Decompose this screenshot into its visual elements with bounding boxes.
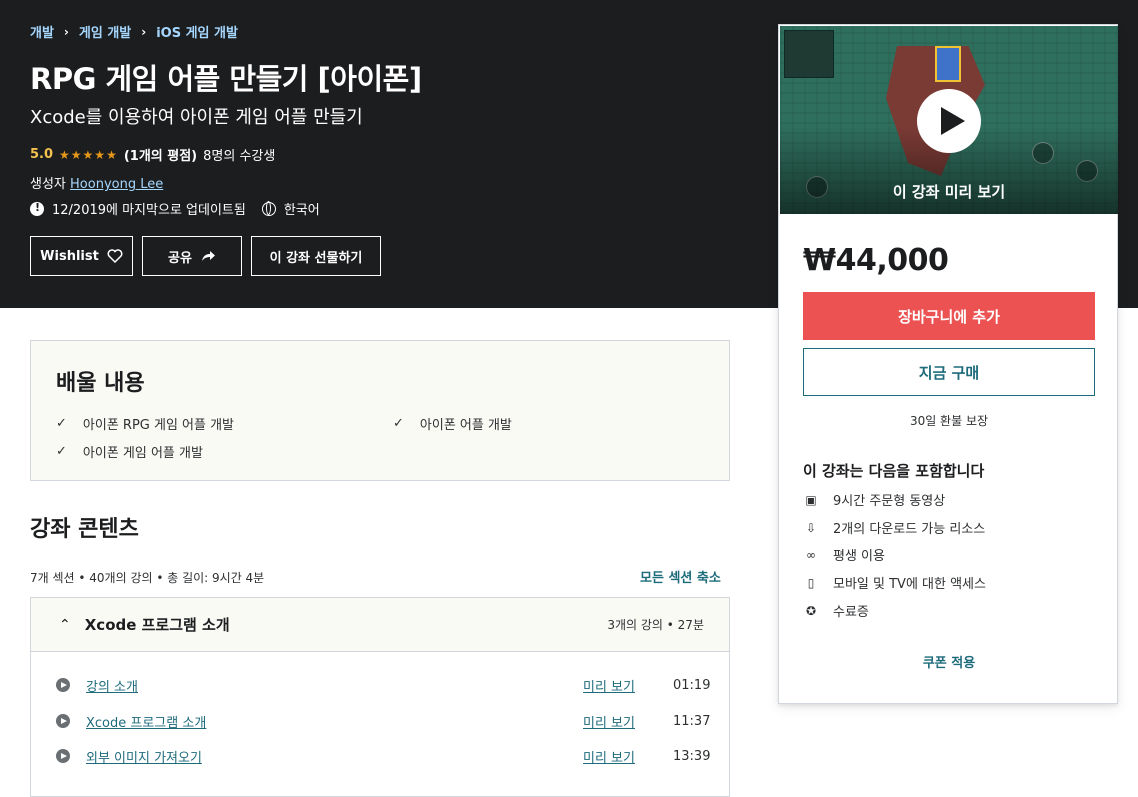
course-preview-video[interactable]: 이 강좌 미리 보기: [780, 26, 1118, 214]
course-actions: Wishlist 공유 이 강좌 선물하기: [30, 236, 381, 276]
infinity-icon: ∞: [806, 547, 816, 562]
course-subtitle: Xcode를 이용하여 아이폰 게임 어플 만들기: [30, 107, 363, 128]
chevron-up-icon: ⌃: [59, 616, 71, 633]
lecture-preview-link[interactable]: 미리 보기: [583, 676, 673, 695]
game-minimap: [784, 30, 834, 78]
what-you-learn-box: 배울 내용 ✓ 아이폰 RPG 게임 어플 개발 ✓ 아이폰 어플 개발 ✓ 아…: [30, 340, 730, 481]
play-button-icon[interactable]: [917, 89, 981, 153]
buy-now-button[interactable]: 지금 구매: [803, 348, 1095, 396]
lecture-preview-link[interactable]: 미리 보기: [583, 747, 673, 766]
breadcrumb-item-ios-game[interactable]: iOS 게임 개발: [156, 22, 238, 41]
section-meta: 3개의 강의 • 27분: [607, 618, 704, 632]
creator-row: 생성자 Hoonyong Lee: [30, 173, 163, 192]
course-language: 한국어: [261, 199, 320, 218]
breadcrumb: 개발 › 게임 개발 › iOS 게임 개발: [30, 22, 238, 42]
apply-coupon-button[interactable]: 쿠폰 적용: [779, 652, 1119, 671]
curriculum-section: ⌃ Xcode 프로그램 소개 3개의 강의 • 27분 강의 소개 미리 보기…: [30, 597, 730, 797]
purchase-sidebar: 이 강좌 미리 보기 ₩44,000 장바구니에 추가 지금 구매 30일 환불…: [778, 24, 1118, 704]
rating-score: 5.0: [30, 147, 54, 162]
what-you-learn-title: 배울 내용: [56, 371, 145, 396]
breadcrumb-item-development[interactable]: 개발: [30, 22, 54, 41]
course-meta: 12/2019에 마지막으로 업데이트됨 한국어: [30, 199, 320, 218]
rating-count[interactable]: (1개의 평점): [124, 145, 197, 164]
course-content-title: 강좌 콘텐츠: [30, 517, 139, 542]
lecture-duration: 11:37: [673, 713, 711, 729]
course-title: RPG 게임 어플 만들기 [아이폰]: [30, 62, 422, 96]
share-label: 공유: [168, 250, 192, 266]
wishlist-label: Wishlist: [40, 248, 99, 264]
lecture-row: 강의 소개 미리 보기 01:19: [56, 675, 711, 695]
lecture-row: Xcode 프로그램 소개 미리 보기 11:37: [56, 711, 711, 731]
course-price: ₩44,000: [803, 243, 949, 278]
alert-icon: [30, 201, 44, 216]
rating-row: 5.0 ★★★★★ (1개의 평점) 8명의 수강생: [30, 145, 275, 164]
globe-icon: [261, 201, 276, 216]
gift-course-button[interactable]: 이 강좌 선물하기: [251, 236, 381, 276]
learn-item: ✓ 아이폰 게임 어플 개발: [56, 442, 203, 461]
play-circle-icon: [56, 749, 70, 763]
lecture-duration: 01:19: [673, 677, 711, 693]
certificate-icon: ✪: [805, 603, 817, 618]
includes-title: 이 강좌는 다음을 포함합니다: [803, 462, 985, 480]
lecture-title[interactable]: Xcode 프로그램 소개: [86, 712, 583, 731]
learn-item: ✓ 아이폰 어플 개발: [393, 414, 512, 433]
student-count: 8명의 수강생: [203, 149, 276, 164]
chevron-right-icon: ›: [63, 24, 69, 39]
includes-item-text: 2개의 다운로드 가능 리소스: [833, 522, 986, 537]
last-updated-text: 12/2019에 마지막으로 업데이트됨: [52, 203, 246, 218]
learn-item-text: 아이폰 게임 어플 개발: [82, 446, 203, 461]
breadcrumb-item-game-development[interactable]: 게임 개발: [79, 22, 131, 41]
includes-item-text: 9시간 주문형 동영상: [833, 494, 946, 509]
includes-item: ∞ 평생 이용: [803, 545, 885, 565]
includes-item-text: 평생 이용: [833, 549, 885, 564]
includes-item: ▯ 모바일 및 TV에 대한 액세스: [803, 573, 986, 593]
section-header[interactable]: ⌃ Xcode 프로그램 소개 3개의 강의 • 27분: [31, 598, 729, 652]
share-arrow-icon: [201, 251, 215, 261]
includes-item-text: 모바일 및 TV에 대한 액세스: [833, 577, 986, 592]
lecture-title[interactable]: 외부 이미지 가져오기: [86, 747, 583, 766]
money-back-guarantee: 30일 환불 보장: [909, 414, 989, 428]
heart-icon: [107, 249, 123, 263]
check-icon: ✓: [56, 444, 67, 459]
share-button[interactable]: 공유: [142, 236, 242, 276]
chevron-right-icon: ›: [141, 24, 147, 39]
check-icon: ✓: [393, 416, 404, 431]
game-character: [935, 46, 961, 82]
preview-label: 이 강좌 미리 보기: [892, 183, 1006, 201]
lecture-row: 외부 이미지 가져오기 미리 보기 13:39: [56, 746, 711, 766]
video-icon: ▣: [805, 492, 817, 507]
wishlist-button[interactable]: Wishlist: [30, 236, 133, 276]
play-circle-icon: [56, 714, 70, 728]
course-content-meta: 7개 섹션 • 40개의 강의 • 총 길이: 9시간 4분: [30, 571, 265, 585]
includes-item: ✪ 수료증: [803, 601, 869, 621]
star-rating-icon: ★★★★★: [59, 147, 118, 162]
last-updated: 12/2019에 마지막으로 업데이트됨: [30, 199, 246, 218]
lecture-duration: 13:39: [673, 748, 711, 764]
creator-label: 생성자: [30, 177, 66, 192]
section-title: Xcode 프로그램 소개: [84, 616, 230, 634]
creator-link[interactable]: Hoonyong Lee: [70, 177, 163, 192]
lecture-preview-link[interactable]: 미리 보기: [583, 712, 673, 731]
learn-item: ✓ 아이폰 RPG 게임 어플 개발: [56, 414, 234, 433]
collapse-all-sections-button[interactable]: 모든 섹션 축소: [640, 567, 721, 586]
mobile-icon: ▯: [807, 575, 815, 590]
course-language-text: 한국어: [283, 203, 320, 218]
add-to-cart-button[interactable]: 장바구니에 추가: [803, 292, 1095, 340]
includes-item-text: 수료증: [833, 605, 869, 620]
includes-item: ▣ 9시간 주문형 동영상: [803, 490, 946, 510]
learn-item-text: 아이폰 어플 개발: [419, 418, 512, 433]
includes-item: ⇩ 2개의 다운로드 가능 리소스: [803, 518, 986, 538]
download-icon: ⇩: [805, 520, 817, 535]
lecture-title[interactable]: 강의 소개: [86, 676, 583, 695]
play-circle-icon: [56, 678, 70, 692]
learn-item-text: 아이폰 RPG 게임 어플 개발: [82, 418, 235, 433]
check-icon: ✓: [56, 416, 67, 431]
